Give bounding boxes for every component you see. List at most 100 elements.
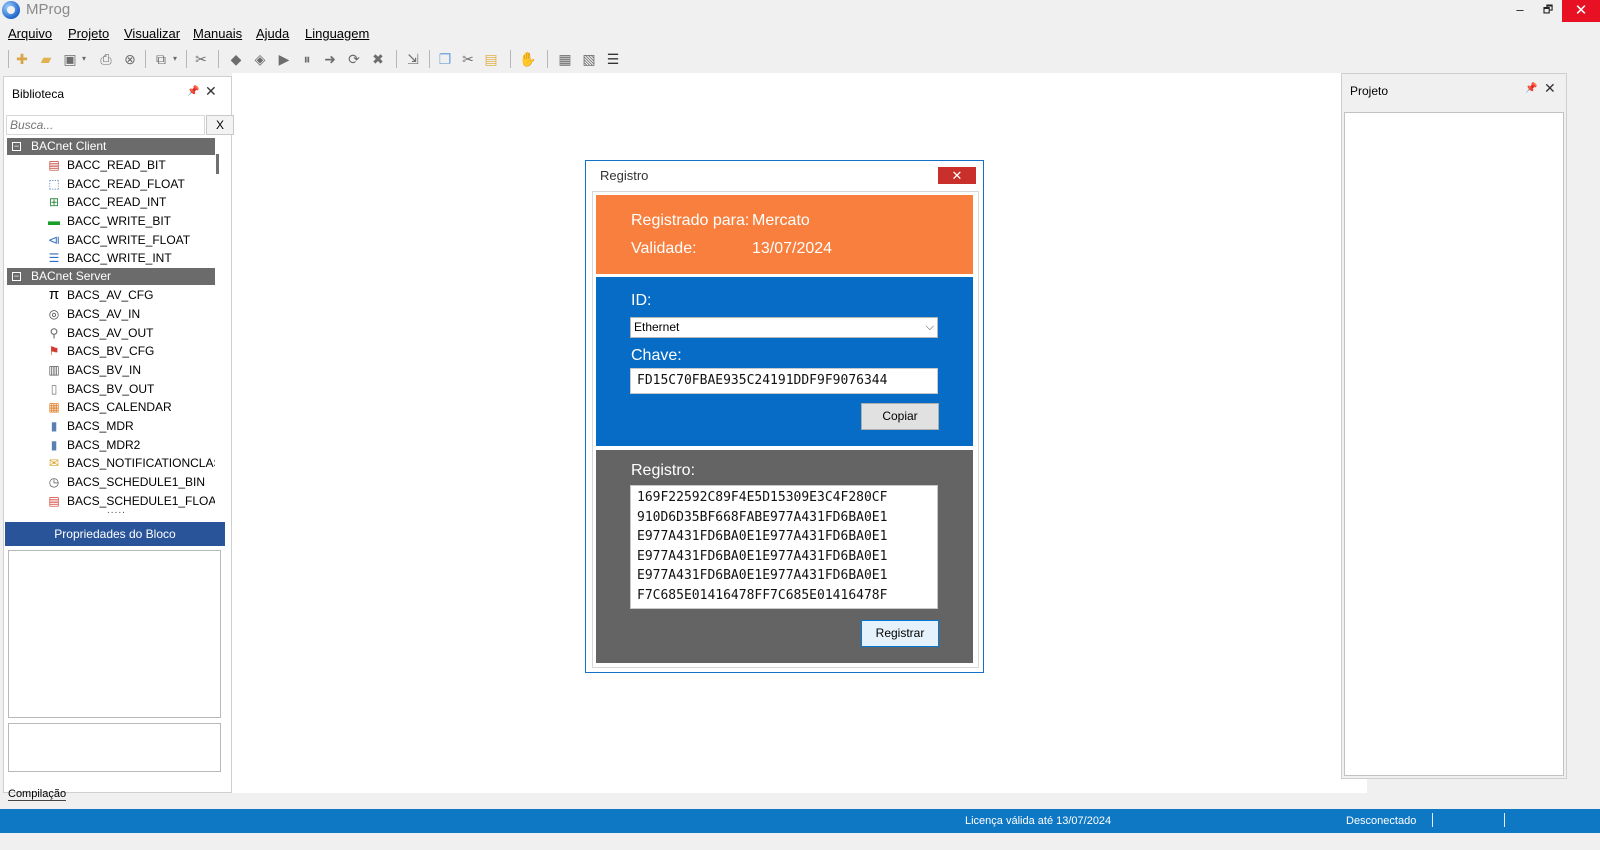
key-section: ID: Ethernet ⌵ Chave: FD15C70FBAE935C241… (596, 277, 973, 446)
list-item[interactable]: ◷ BACS_SCHEDULE1_BIN (7, 473, 215, 492)
menu-linguagem[interactable]: Linguagem (305, 26, 369, 41)
page-icon[interactable]: ▧ (580, 50, 598, 68)
list-item[interactable]: ⬚ BACC_READ_FLOAT (7, 175, 215, 194)
save-icon[interactable]: ▣ (61, 50, 79, 68)
toolbar-separator (396, 50, 397, 68)
list-item[interactable]: ☰ BACC_WRITE_INT (7, 249, 215, 268)
list-item[interactable]: ▦ BACS_CALENDAR (7, 398, 215, 417)
key-field[interactable]: FD15C70FBAE935C24191DDF9F9076344 (630, 368, 938, 394)
toolbar-separator (186, 50, 187, 68)
list-item[interactable]: ⚲ BACS_AV_OUT (7, 324, 215, 343)
window-close-button[interactable]: ✕ (1562, 0, 1600, 22)
close-icon[interactable]: ✕ (205, 83, 217, 100)
pause-icon[interactable]: ⏸ (298, 50, 316, 68)
app-logo-icon (2, 1, 20, 19)
read-bit-icon: ▤ (48, 158, 60, 172)
validity-label: Validade: (631, 240, 697, 257)
tools-icon[interactable]: ✂ (192, 50, 210, 68)
list-item[interactable]: ▯ BACS_BV_OUT (7, 380, 215, 399)
export-dropdown-icon[interactable]: ▾ (170, 50, 180, 68)
cylinder-icon: ▯ (50, 381, 58, 396)
list-item[interactable]: ▮ BACS_MDR (7, 417, 215, 436)
pi-icon: π (48, 286, 60, 304)
dialog-close-button[interactable]: ✕ (938, 167, 976, 184)
antenna-icon: ◎ (48, 306, 60, 321)
open-folder-icon[interactable]: ▰ (37, 50, 55, 68)
menu-arquivo[interactable]: Arquivo (8, 26, 52, 41)
new-project-icon[interactable]: ✚ (13, 50, 31, 68)
list-icon[interactable]: ☰ (604, 50, 622, 68)
key-label: Chave: (631, 347, 682, 364)
collapse-icon[interactable]: − (12, 142, 21, 151)
collapse-icon[interactable]: − (12, 272, 21, 282)
menu-visualizar[interactable]: Visualizar (124, 26, 180, 41)
list-item[interactable]: ⧏ BACC_WRITE_FLOAT (7, 231, 215, 250)
status-separator (1504, 813, 1505, 827)
copy-button[interactable]: Copiar (861, 403, 939, 430)
toolbar-separator (218, 50, 219, 68)
toolbar-separator (429, 50, 430, 68)
list-item[interactable]: π BACS_AV_CFG (7, 286, 215, 305)
register-button[interactable]: Registrar (861, 620, 939, 647)
license-status: Licença válida até 13/07/2024 (965, 815, 1112, 827)
project-title: Projeto (1350, 84, 1389, 98)
list-item[interactable]: ⊞ BACC_READ_INT (7, 193, 215, 212)
list-item[interactable]: ▥ BACS_BV_IN (7, 361, 215, 380)
tree-scrollbar-thumb[interactable] (216, 154, 219, 174)
menu-ajuda[interactable]: Ajuda (256, 26, 289, 41)
list-item[interactable]: ⚑ BACS_BV_CFG (7, 342, 215, 361)
restore-button[interactable]: 🗗 (1534, 0, 1562, 22)
read-int-icon: ⊞ (48, 195, 60, 210)
paste-icon[interactable]: ▤ (482, 50, 500, 68)
tree-group-bacnet-server[interactable]: − BACnet Server (7, 268, 215, 286)
properties-title: Propriedades do Bloco (5, 522, 225, 546)
menu-projeto[interactable]: Projeto (68, 26, 109, 41)
export-icon[interactable]: ⧉ (152, 50, 170, 68)
toolbar-separator (547, 50, 548, 68)
toolbar: ✚ ▰ ▣ ▾ ⎙ ⊗ ⧉ ▾ ✂ ◆ ◈ ▶ ⏸ ➜ ⟳ ✖ ⇲ ❐ ✂ ▤ … (0, 45, 1600, 73)
download-icon[interactable]: ◆ (227, 50, 245, 68)
waveform-icon: ▥ (48, 362, 60, 377)
validity-value: 13/07/2024 (752, 240, 833, 257)
search-clear-button[interactable]: X (206, 115, 234, 135)
upload-icon[interactable]: ◈ (251, 50, 269, 68)
pin-icon[interactable]: 📌 (187, 86, 199, 97)
library-tree: − BACnet Client ▤ BACC_READ_BIT ⬚ BACC_REA… (7, 138, 215, 516)
library-search-input[interactable] (6, 115, 205, 135)
pointer-icon[interactable]: ⇲ (404, 50, 422, 68)
properties-grid[interactable] (8, 550, 221, 718)
grid-icon[interactable]: ▦ (556, 50, 574, 68)
step-icon[interactable]: ➜ (321, 50, 339, 68)
disconnect-icon[interactable]: ✖ (369, 50, 387, 68)
refresh-icon[interactable]: ⟳ (345, 50, 363, 68)
project-tree[interactable] (1344, 112, 1564, 776)
write-float-icon: ⧏ (48, 232, 60, 247)
save-dropdown-icon[interactable]: ▾ (79, 50, 89, 68)
schedule-icon: ▤ (48, 493, 60, 508)
list-item[interactable]: ▮ BACS_MDR2 (7, 436, 215, 455)
tab-compilacao[interactable]: Compilação (8, 788, 67, 801)
registration-dialog: Registro ✕ Registrado para: Mercato Vali… (585, 160, 984, 673)
menu-manuais[interactable]: Manuais (193, 26, 242, 41)
registration-field[interactable]: 169F22592C89F4E5D15309E3C4F280CF 910D6D3… (630, 485, 938, 609)
list-item[interactable]: ▬ BACC_WRITE_BIT (7, 212, 215, 231)
print-icon[interactable]: ⎙ (97, 50, 115, 68)
copy-icon[interactable]: ❐ (436, 50, 454, 68)
list-item[interactable]: ◎ BACS_AV_IN (7, 305, 215, 324)
status-bar: Licença válida até 13/07/2024 Desconecta… (0, 809, 1600, 833)
run-icon[interactable]: ▶ (275, 50, 293, 68)
pin-icon[interactable]: 📌 (1525, 83, 1537, 94)
cut-icon[interactable]: ✂ (459, 50, 477, 68)
menu-bar: Arquivo Projeto Visualizar Manuais Ajuda… (0, 23, 1600, 44)
registered-label: Registrado para: (631, 212, 750, 229)
notification-icon: ✉ (48, 456, 60, 471)
link-icon[interactable]: ⊗ (121, 50, 139, 68)
hand-icon[interactable]: ✋ (519, 50, 537, 68)
id-select[interactable]: Ethernet ⌵ (630, 317, 938, 338)
minimize-button[interactable]: – (1506, 0, 1534, 22)
close-icon[interactable]: ✕ (1544, 80, 1556, 97)
list-item[interactable]: ✉ BACS_NOTIFICATIONCLAS (7, 454, 215, 473)
tree-group-bacnet-client[interactable]: − BACnet Client (7, 138, 215, 155)
panel-splitter[interactable]: ..... (107, 505, 126, 516)
list-item[interactable]: ▤ BACC_READ_BIT (7, 156, 215, 175)
